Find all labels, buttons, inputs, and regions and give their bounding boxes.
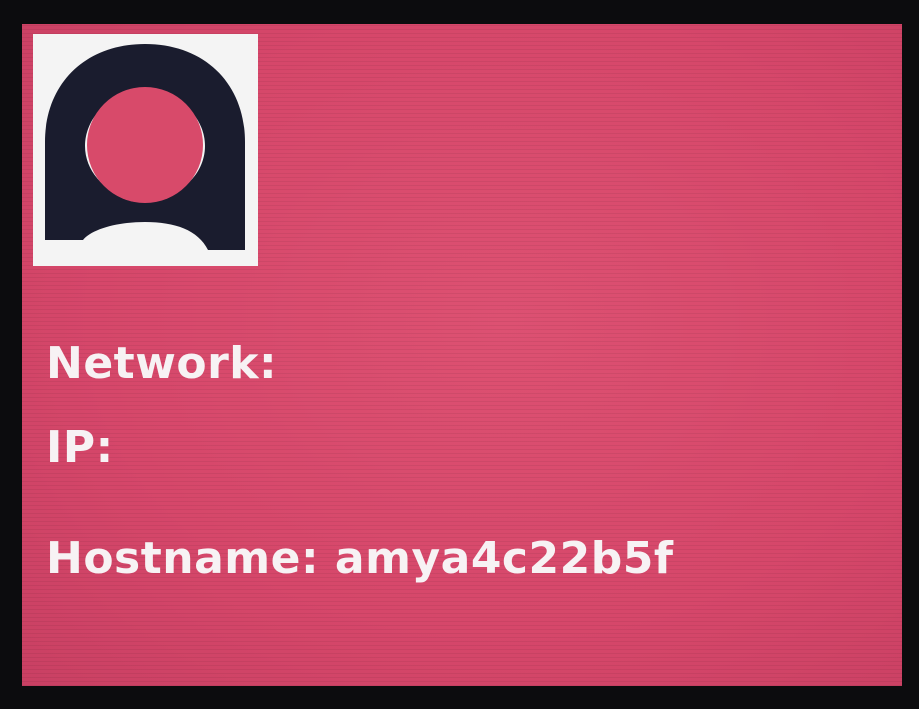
device-bezel: Network: IP: Hostname: amya4c22b5f <box>0 0 919 709</box>
logo <box>33 34 258 266</box>
network-label: Network: <box>46 338 278 389</box>
hostname-value: amya4c22b5f <box>334 533 674 584</box>
amy-logo-icon <box>45 44 245 250</box>
hostname-line: Hostname: amya4c22b5f <box>46 537 674 581</box>
display-screen: Network: IP: Hostname: amya4c22b5f <box>22 24 902 686</box>
hostname-label: Hostname: <box>46 533 320 584</box>
ip-label: IP: <box>46 422 114 473</box>
